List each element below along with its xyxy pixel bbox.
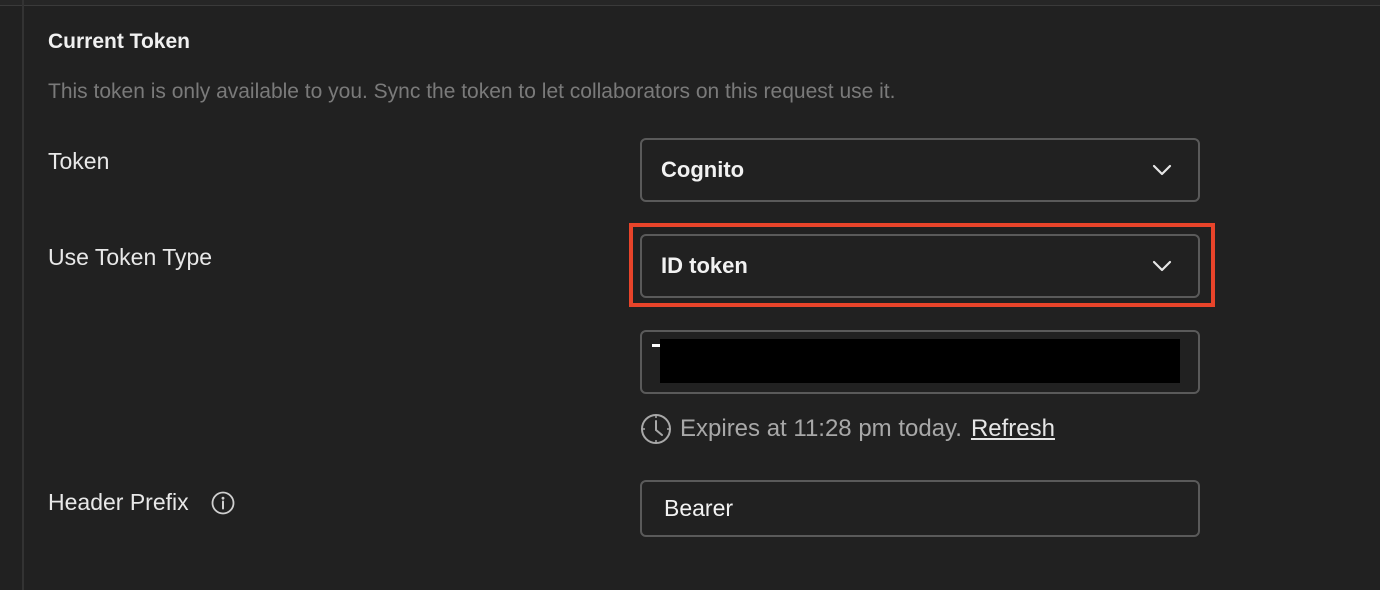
refresh-link[interactable]: Refresh [971, 415, 1055, 443]
expiry-text: Expires at 11:28 pm today. [680, 415, 962, 442]
top-border [0, 0, 1380, 6]
header-prefix-label: Header Prefix [48, 489, 189, 515]
token-type-label: Use Token Type [48, 244, 213, 270]
chevron-down-icon [1152, 260, 1172, 272]
token-value-field[interactable] [640, 330, 1200, 394]
token-select-value: Cognito [661, 157, 745, 182]
token-value-redaction [660, 339, 1180, 383]
info-icon[interactable] [211, 491, 235, 515]
expiry-row: Expires at 11:28 pm today. Refresh [640, 412, 1055, 446]
chevron-down-icon [1152, 164, 1172, 176]
section-title: Current Token [48, 30, 190, 53]
section-description: This token is only available to you. Syn… [48, 80, 896, 103]
header-prefix-input[interactable] [640, 480, 1200, 537]
token-type-select[interactable]: ID token [640, 234, 1200, 298]
token-type-select-value: ID token [661, 253, 748, 278]
token-value-cursor [652, 344, 660, 347]
clock-icon [641, 414, 671, 444]
token-label: Token [48, 148, 110, 174]
left-border [22, 0, 24, 590]
token-select[interactable]: Cognito [640, 138, 1200, 202]
